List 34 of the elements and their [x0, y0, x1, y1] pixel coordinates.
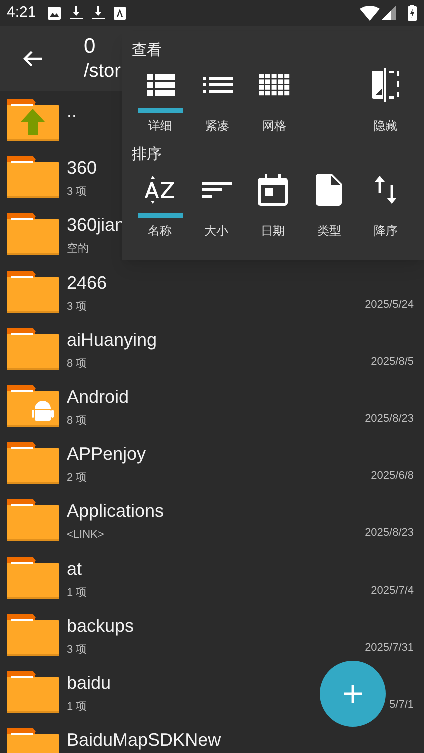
folder-name: BaiduMapSDKNew [67, 731, 222, 750]
folder-name: aiHuanying [67, 330, 158, 349]
section-title: 排序 [132, 144, 162, 164]
item-count: 空的 [67, 244, 90, 256]
path-text: /stor [84, 60, 121, 84]
modified-date: 2025/7/31 [365, 642, 414, 654]
folder-name: 360 [67, 159, 98, 178]
modified-date: 2025/7/4 [371, 586, 414, 596]
modified-date: 5/7/1 [390, 700, 414, 711]
folder-name: at [67, 560, 84, 578]
item-count: 1 项 [67, 702, 88, 713]
toolbar-title: 0 [84, 34, 97, 60]
folder-name: .. [67, 102, 78, 120]
item-count: 8 项 [67, 416, 88, 427]
folder-name: Android [67, 388, 130, 406]
item-count: 2 项 [67, 473, 88, 484]
modified-date: 2025/8/23 [365, 528, 414, 540]
item-count: 3 项 [67, 302, 88, 313]
folder-name: Applications [67, 502, 164, 520]
item-count: 3 项 [67, 187, 88, 198]
folder-name: APPenjoy [67, 445, 146, 464]
folder-name: 2466 [67, 274, 108, 292]
modified-date: 2025/5/24 [365, 300, 414, 311]
modified-date: 2025/8/5 [371, 356, 414, 368]
item-count: 8 项 [67, 358, 88, 370]
item-count: 3 项 [67, 644, 88, 656]
clock: 4:21 [7, 2, 36, 23]
item-count: <LINK> [67, 530, 106, 542]
modified-date: 2025/8/23 [365, 414, 414, 425]
folder-name: baidu [67, 674, 112, 692]
item-count: 1 项 [67, 588, 88, 598]
folder-name: backups [67, 616, 134, 635]
section-title: 查看 [132, 41, 162, 61]
modified-date: 2025/6/8 [371, 471, 414, 482]
